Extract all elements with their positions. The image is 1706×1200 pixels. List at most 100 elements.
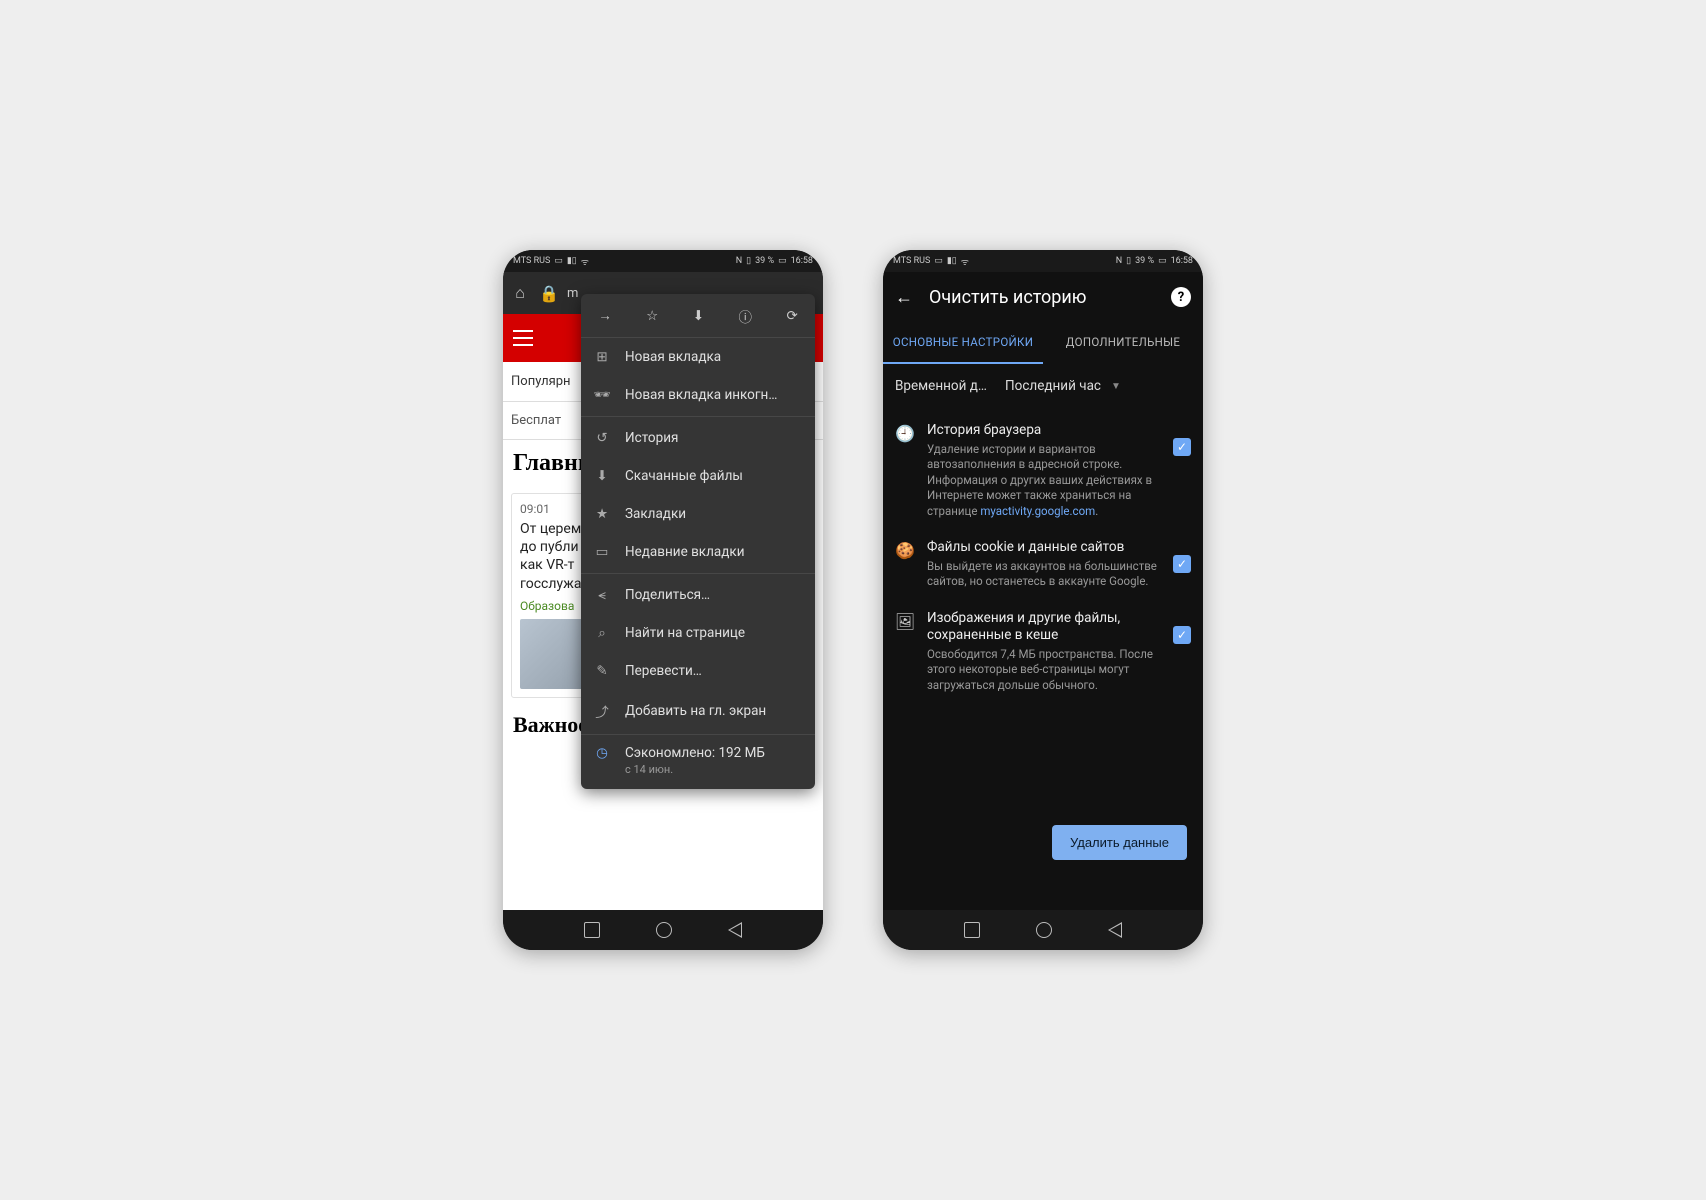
download-icon[interactable]: ⬇ [693, 308, 704, 324]
tab-basic[interactable]: ОСНОВНЫЕ НАСТРОЙКИ [883, 322, 1043, 364]
menu-new-tab[interactable]: ⊞ Новая вкладка [581, 338, 815, 376]
url-text[interactable]: m [567, 286, 578, 301]
menu-share[interactable]: ⪪ Поделиться… [581, 576, 815, 614]
delete-data-button[interactable]: Удалить данные [1052, 825, 1187, 860]
phone-right: MTS RUS ▭ ▮▯ ᯤ N ▯ 39 % ▭ 16:58 ← Очисти… [883, 250, 1203, 950]
clear-item-title: Изображения и другие файлы, сохраненные … [927, 610, 1161, 645]
battery-icon: ▭ [778, 256, 787, 266]
clear-item-title: История браузера [927, 422, 1161, 440]
nfc-icon: N [736, 256, 742, 266]
menu-recent-tabs[interactable]: ▭ Недавние вкладки [581, 533, 815, 571]
carrier-label: MTS RUS [893, 256, 930, 266]
menu-divider [581, 416, 815, 417]
share-icon: ⪪ [593, 587, 611, 603]
wifi-icon: ᯤ [961, 255, 969, 268]
signal-icon: ▮▯ [947, 256, 957, 266]
reload-icon[interactable]: ⟳ [786, 308, 797, 324]
clear-item-history[interactable]: 🕘 История браузера Удаление истории и ва… [883, 412, 1203, 529]
status-bar: MTS RUS ▭ ▮▯ ᯤ N ▯ 39 % ▭ 16:58 [883, 250, 1203, 272]
signal-icon: ▮▯ [567, 256, 577, 266]
saved-sub: с 14 июн. [625, 763, 765, 777]
menu-translate[interactable]: ✎ Перевести… [581, 652, 815, 690]
time-range-value: Последний час [1005, 378, 1101, 394]
image-icon: 🖼 [895, 612, 915, 631]
chevron-down-icon: ▼ [1111, 381, 1121, 392]
nav-recent-button[interactable] [964, 922, 980, 938]
menu-history[interactable]: ↺ История [581, 419, 815, 457]
plus-box-icon: ⊞ [593, 349, 611, 365]
forward-icon[interactable]: → [598, 308, 612, 324]
lock-icon: 🔒 [539, 284, 557, 303]
nfc-icon: N [1116, 256, 1122, 266]
time-range-select[interactable]: Последний час ▼ [1005, 378, 1121, 394]
clear-item-title: Файлы cookie и данные сайтов [927, 539, 1161, 557]
vibrate-icon: ▯ [1126, 256, 1131, 266]
menu-data-saved[interactable]: ◷ Сэкономлено: 192 МБ с 14 июн. [581, 737, 815, 785]
home-icon[interactable]: ⌂ [511, 283, 529, 303]
chrome-menu-panel: → ☆ ⬇ ⓘ ⟳ ⊞ Новая вкладка 🕶 Новая вкладк… [581, 294, 815, 789]
download-icon: ⬇ [593, 468, 611, 484]
clear-list: 🕘 История браузера Удаление истории и ва… [883, 408, 1203, 707]
status-time: 16:58 [791, 256, 813, 266]
clock-icon: 🕘 [895, 424, 915, 443]
wifi-icon: ᯤ [581, 255, 589, 268]
hamburger-icon[interactable] [513, 330, 533, 346]
status-bar: MTS RUS ▭ ▮▯ ᯤ N ▯ 39 % ▭ 16:58 [503, 250, 823, 272]
menu-divider [581, 573, 815, 574]
cookie-icon: 🍪 [895, 541, 915, 560]
search-page-icon: ⌕ [593, 625, 611, 641]
battery-percent: 39 % [755, 256, 774, 266]
tab-advanced[interactable]: ДОПОЛНИТЕЛЬНЫЕ [1043, 322, 1203, 364]
menu-bookmarks[interactable]: ★ Закладки [581, 495, 815, 533]
volte-icon: ▭ [934, 256, 943, 266]
clear-item-desc: Освободится 7,4 МБ пространства. После э… [927, 647, 1161, 694]
saved-main: Сэкономлено: 192 МБ [625, 745, 765, 763]
clear-item-desc: Удаление истории и вариантов автозаполне… [927, 442, 1161, 520]
nav-recent-button[interactable] [584, 922, 600, 938]
clear-item-cookies[interactable]: 🍪 Файлы cookie и данные сайтов Вы выйдет… [883, 529, 1203, 600]
clear-history-header: ← Очистить историю ? [883, 272, 1203, 322]
translate-icon: ✎ [593, 663, 611, 679]
menu-divider [581, 734, 815, 735]
star-icon: ★ [593, 506, 611, 522]
add-home-icon: ⤴ [593, 701, 611, 721]
bookmark-star-icon[interactable]: ☆ [646, 308, 658, 324]
volte-icon: ▭ [554, 256, 563, 266]
menu-find[interactable]: ⌕ Найти на странице [581, 614, 815, 652]
nav-home-button[interactable] [1036, 922, 1052, 938]
menu-new-incognito[interactable]: 🕶 Новая вкладка инкогн… [581, 376, 815, 414]
screen-body: ← Очистить историю ? ОСНОВНЫЕ НАСТРОЙКИ … [883, 272, 1203, 910]
checkbox-checked[interactable]: ✓ [1173, 626, 1191, 644]
checkbox-checked[interactable]: ✓ [1173, 438, 1191, 456]
speedometer-icon: ◷ [593, 745, 611, 777]
menu-add-to-home[interactable]: ⤴ Добавить на гл. экран [581, 690, 815, 732]
back-arrow-icon[interactable]: ← [895, 287, 913, 308]
android-nav-bar [883, 910, 1203, 950]
time-range-label: Временной д… [895, 378, 1005, 394]
battery-icon: ▭ [1158, 256, 1167, 266]
help-icon[interactable]: ? [1171, 287, 1191, 307]
carrier-label: MTS RUS [513, 256, 550, 266]
checkbox-checked[interactable]: ✓ [1173, 555, 1191, 573]
clear-item-cache[interactable]: 🖼 Изображения и другие файлы, сохраненны… [883, 600, 1203, 704]
stage: MTS RUS ▭ ▮▯ ᯤ N ▯ 39 % ▭ 16:58 ⌂ 🔒 m По… [196, 138, 1510, 1062]
vibrate-icon: ▯ [746, 256, 751, 266]
page-title: Очистить историю [929, 287, 1171, 308]
phone-left: MTS RUS ▭ ▮▯ ᯤ N ▯ 39 % ▭ 16:58 ⌂ 🔒 m По… [503, 250, 823, 950]
status-time: 16:58 [1171, 256, 1193, 266]
incognito-icon: 🕶 [593, 387, 611, 403]
activity-link[interactable]: myactivity.google.com [980, 504, 1095, 518]
battery-percent: 39 % [1135, 256, 1154, 266]
android-nav-bar [503, 910, 823, 950]
nav-back-button[interactable] [1108, 922, 1122, 938]
menu-downloads[interactable]: ⬇ Скачанные файлы [581, 457, 815, 495]
time-range-row[interactable]: Временной д… Последний час ▼ [883, 364, 1203, 408]
nav-home-button[interactable] [656, 922, 672, 938]
menu-top-row: → ☆ ⬇ ⓘ ⟳ [581, 294, 815, 338]
info-icon[interactable]: ⓘ [739, 306, 753, 326]
history-icon: ↺ [593, 430, 611, 446]
tabs-row: ОСНОВНЫЕ НАСТРОЙКИ ДОПОЛНИТЕЛЬНЫЕ [883, 322, 1203, 364]
devices-icon: ▭ [593, 544, 611, 560]
clear-item-desc: Вы выйдете из аккаунтов на большинстве с… [927, 559, 1161, 590]
nav-back-button[interactable] [728, 922, 742, 938]
